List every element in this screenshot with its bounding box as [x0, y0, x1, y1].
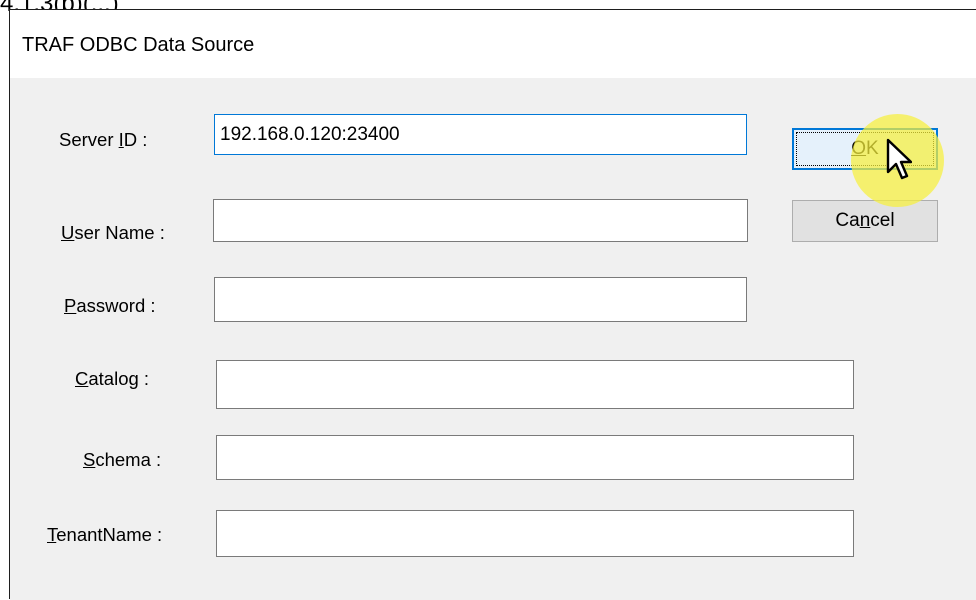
password-label-accesskey: P [64, 295, 77, 316]
schema-label-post: chema : [95, 449, 162, 470]
tenant-name-input[interactable] [216, 510, 854, 557]
window-title: TRAF ODBC Data Source [22, 34, 255, 56]
schema-label-accesskey: S [83, 449, 96, 470]
dialog-client-area: Server ID : User Name : Password : Catal… [10, 78, 976, 600]
catalog-input[interactable] [216, 360, 854, 409]
password-label-post: assword : [76, 295, 156, 316]
tenant-name-label-accesskey: T [47, 524, 57, 545]
server-id-input[interactable] [214, 114, 747, 155]
catalog-label: Catalog : [75, 368, 149, 390]
catalog-label-accesskey: C [75, 368, 89, 389]
dialog-window: TRAF ODBC Data Source Server ID : User N… [9, 9, 976, 600]
title-bar[interactable]: TRAF ODBC Data Source [10, 10, 976, 78]
server-id-label: Server ID : [59, 129, 147, 151]
tenant-name-label-post: enantName : [56, 524, 163, 545]
password-label: Password : [64, 295, 156, 317]
user-name-label-accesskey: U [61, 222, 75, 243]
schema-input[interactable] [216, 435, 854, 480]
server-id-label-post: D : [123, 129, 148, 150]
user-name-label-post: ser Name : [74, 222, 165, 243]
cancel-label-post: cel [870, 210, 895, 231]
server-id-label-pre: Server [59, 129, 119, 150]
cancel-label-accesskey: n [859, 210, 871, 231]
user-name-label: User Name : [61, 222, 165, 244]
password-input[interactable] [214, 277, 747, 322]
cancel-label-pre: Ca [835, 210, 860, 231]
ok-label-post: K [866, 138, 879, 159]
tenant-name-label: TenantName : [47, 524, 162, 546]
catalog-label-post: atalog : [88, 368, 150, 389]
schema-label: Schema : [83, 449, 161, 471]
ok-button[interactable]: OK [792, 128, 938, 170]
cancel-button[interactable]: Cancel [792, 200, 938, 242]
ok-label-accesskey: O [851, 138, 867, 159]
user-name-input[interactable] [213, 199, 748, 242]
